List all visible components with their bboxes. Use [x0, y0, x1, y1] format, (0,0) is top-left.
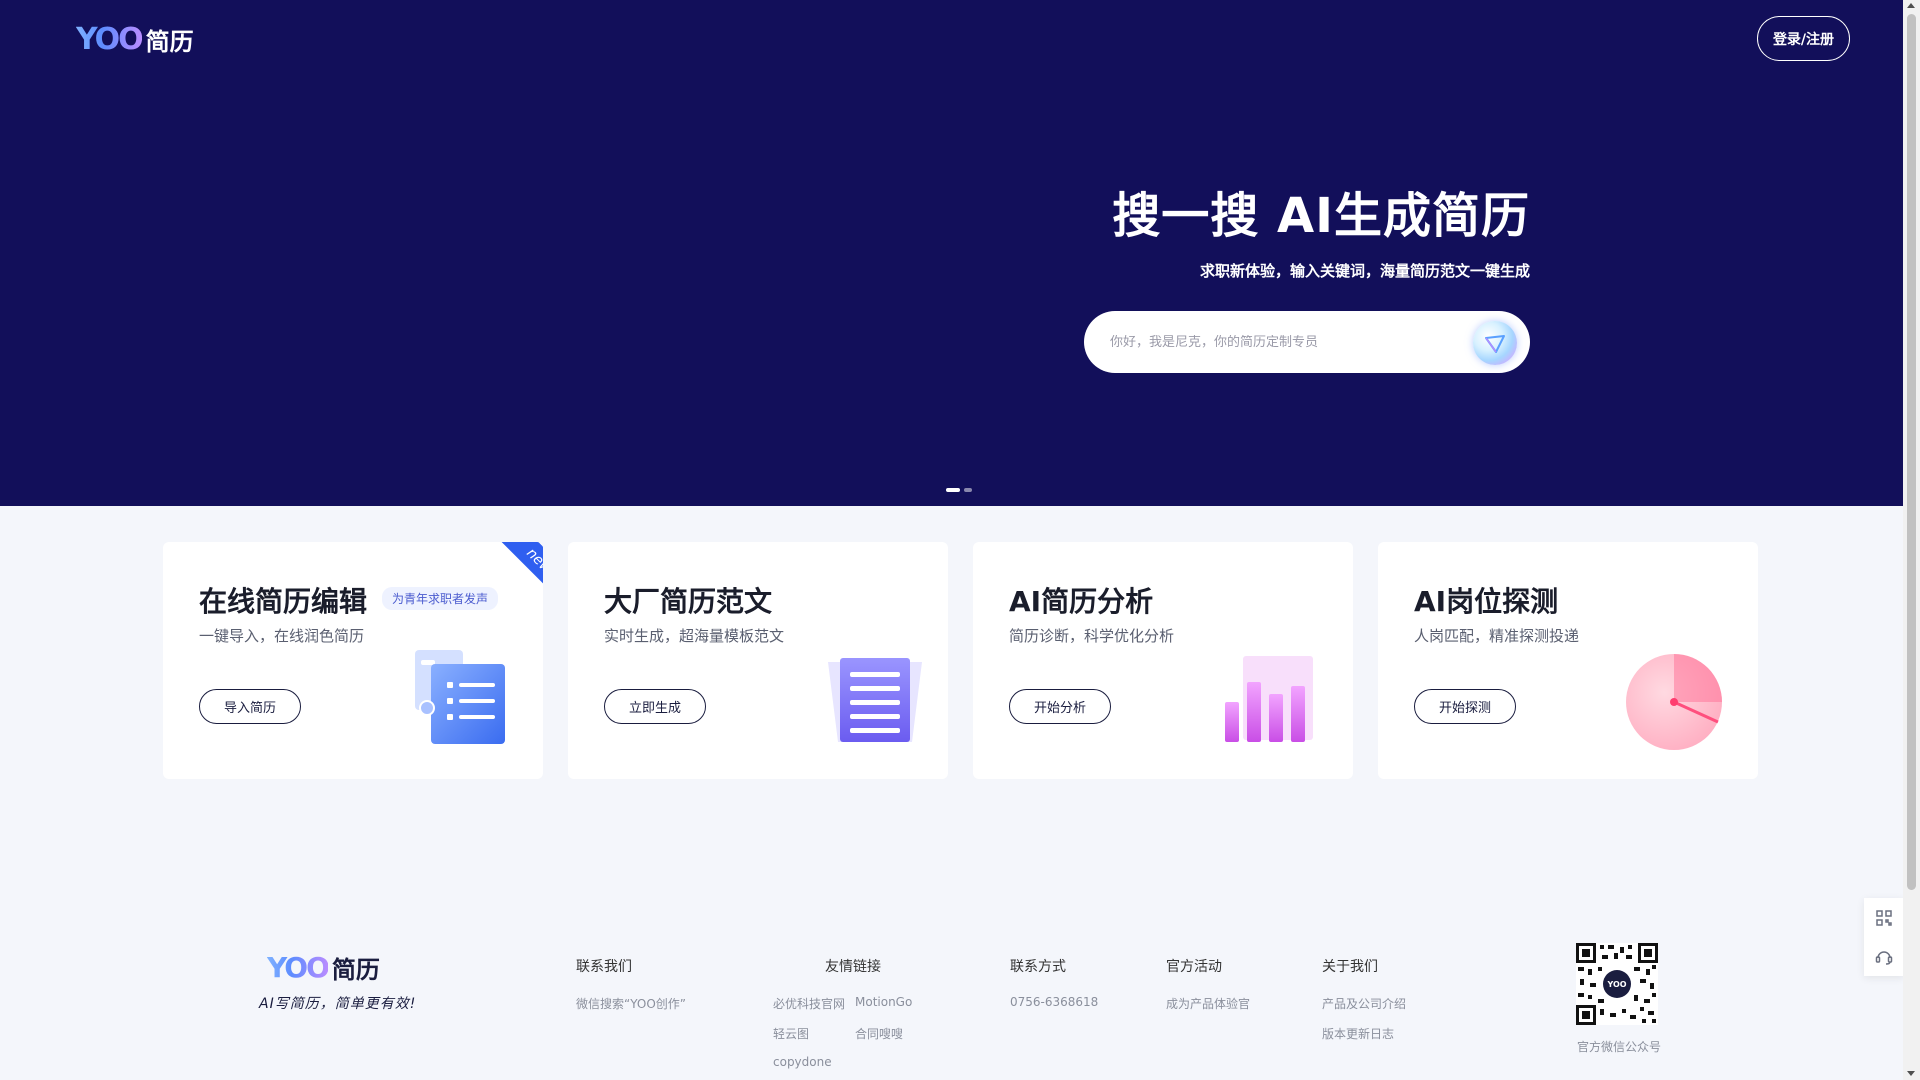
carousel-indicator	[946, 488, 972, 492]
footer-title-activities: 官方活动	[1166, 959, 1222, 975]
card-desc: 简历诊断，科学优化分析	[1009, 627, 1175, 645]
hero-banner: YOO 简历 登录/注册 搜一搜 AI生成简历 求职新体验，输入关键词，海量简历…	[0, 0, 1903, 506]
footer-link-company-intro[interactable]: 产品及公司介绍	[1322, 995, 1406, 1012]
footer-slogan: AI写简历，简单更有效!	[259, 996, 417, 1012]
card-desc: 实时生成，超海量模板范文	[604, 627, 785, 645]
card-tag: 为青年求职者发声	[382, 587, 499, 610]
side-toolbar	[1864, 898, 1904, 976]
resume-list-icon	[415, 650, 505, 744]
bar-chart-icon	[1225, 656, 1313, 742]
carousel-dot-1[interactable]	[946, 488, 960, 492]
carousel-dot-2[interactable]	[964, 488, 972, 492]
logo-text: 简历	[145, 28, 194, 56]
customer-service-icon[interactable]	[1874, 947, 1894, 967]
qr-center-text: YOO	[1606, 980, 1626, 989]
start-analysis-button[interactable]: 开始分析	[1009, 689, 1111, 724]
hero-title: 搜一搜 AI生成简历	[1112, 188, 1530, 244]
radar-icon	[1626, 654, 1722, 750]
login-register-button[interactable]: 登录/注册	[1757, 16, 1850, 61]
footer-link-biyou[interactable]: 必优科技官网	[773, 995, 845, 1012]
footer-title-friend-links: 友情链接	[825, 959, 881, 975]
card-desc: 一键导入，在线润色简历	[199, 627, 365, 645]
card-desc: 人岗匹配，精准探测投递	[1414, 627, 1580, 645]
card-title: AI岗位探测	[1414, 585, 1559, 618]
footer-logo[interactable]: YOO 简历	[267, 950, 380, 985]
card-ai-resume-analysis[interactable]: AI简历分析 简历诊断，科学优化分析 开始分析	[973, 542, 1353, 779]
scroll-thumb[interactable]	[1907, 14, 1916, 890]
card-online-resume-edit[interactable]: new 在线简历编辑 为青年求职者发声 一键导入，在线润色简历 导入简历	[163, 542, 543, 779]
page-scrollbar[interactable]	[1903, 0, 1920, 1080]
footer-title-about-us: 关于我们	[1322, 959, 1378, 975]
ai-search-box[interactable]	[1084, 311, 1530, 373]
ai-assistant-orb-icon[interactable]	[1473, 321, 1517, 365]
qr-code-icon[interactable]	[1874, 908, 1894, 928]
generate-now-button[interactable]: 立即生成	[604, 689, 706, 724]
logo-mark: YOO	[267, 951, 330, 984]
logo-text: 简历	[331, 956, 380, 984]
footer-title-contact-info: 联系方式	[1010, 959, 1066, 975]
wechat-qr-code: YOO	[1576, 943, 1658, 1025]
footer-link-wechat[interactable]: 微信搜索“YOO创作”	[576, 995, 686, 1012]
footer-link-copydone[interactable]: copydone	[773, 1055, 832, 1069]
scroll-down-arrow-icon[interactable]	[1907, 1071, 1915, 1076]
footer-link-changelog[interactable]: 版本更新日志	[1322, 1025, 1394, 1042]
card-title: 在线简历编辑	[199, 585, 368, 618]
footer-link-hetongsousou[interactable]: 合同嗖嗖	[855, 1025, 903, 1042]
footer-link-qingyuntu[interactable]: 轻云图	[773, 1025, 809, 1042]
logo-mark: YOO	[76, 22, 144, 57]
card-title: AI简历分析	[1009, 585, 1154, 618]
import-resume-button[interactable]: 导入简历	[199, 689, 301, 724]
card-resume-templates[interactable]: 大厂简历范文 实时生成，超海量模板范文 立即生成	[568, 542, 948, 779]
footer-title-contact-us: 联系我们	[576, 959, 632, 975]
card-title: 大厂简历范文	[604, 585, 773, 618]
document-icon	[828, 658, 922, 742]
hero-subtitle: 求职新体验，输入关键词，海量简历范文一键生成	[1199, 262, 1530, 280]
start-detection-button[interactable]: 开始探测	[1414, 689, 1516, 724]
scroll-up-arrow-icon[interactable]	[1907, 3, 1915, 8]
qr-caption: 官方微信公众号	[1577, 1040, 1662, 1054]
footer-link-motiongo[interactable]: MotionGo	[855, 995, 912, 1009]
search-input[interactable]	[1110, 334, 1450, 350]
footer-phone[interactable]: 0756-6368618	[1010, 995, 1098, 1009]
site-logo[interactable]: YOO 简历	[76, 22, 194, 57]
card-ai-job-detection[interactable]: AI岗位探测 人岗匹配，精准探测投递 开始探测	[1378, 542, 1758, 779]
footer-link-tester[interactable]: 成为产品体验官	[1166, 995, 1250, 1012]
